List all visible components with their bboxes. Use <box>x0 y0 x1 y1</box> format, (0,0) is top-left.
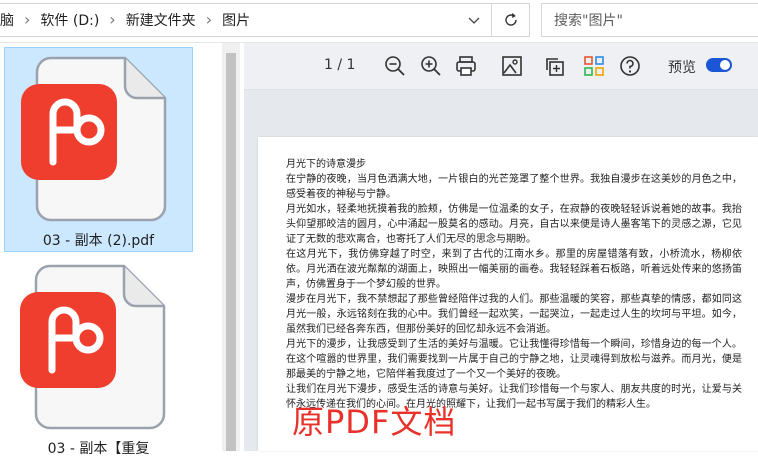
preview-toggle[interactable] <box>706 58 732 72</box>
search-box[interactable] <box>541 3 758 38</box>
address-bar: 脑 › 软件 (D:) › 新建文件夹 › 图片 <box>0 0 758 43</box>
preview-toggle-label: 预览 <box>668 60 696 76</box>
refresh-button[interactable] <box>492 3 530 37</box>
scrollbar-thumb[interactable] <box>226 53 236 451</box>
chevron-right-icon: › <box>24 10 31 29</box>
file-name: 03 - 副本【重复 <box>47 441 150 457</box>
help-icon[interactable] <box>617 53 643 79</box>
file-list: 03 - 副本 (2).pdf 03 - 副本【重复 <box>0 43 222 457</box>
print-icon[interactable] <box>453 53 479 79</box>
paragraph: 在宁静的夜晚，当月色洒满大地，一片银白的光芒笼罩了整个世界。我独自漫步在这美妙的… <box>286 174 742 200</box>
breadcrumb-pictures[interactable]: 图片 <box>218 10 254 30</box>
document-body: 月光下的诗意漫步 在宁静的夜晚，当月色洒满大地，一片银白的光芒笼罩了整个世界。我… <box>286 157 742 412</box>
copy-icon[interactable] <box>541 53 567 79</box>
image-icon[interactable] <box>499 53 525 79</box>
file-name: 03 - 副本 (2).pdf <box>42 233 155 249</box>
zoom-in-icon[interactable] <box>418 53 444 79</box>
toggle-knob <box>720 60 730 70</box>
file-item[interactable]: 03 - 副本 (2).pdf <box>4 47 193 252</box>
chevron-right-icon: › <box>109 10 116 29</box>
pdf-file-icon <box>21 56 167 222</box>
file-list-scrollbar[interactable] <box>222 43 240 451</box>
pdf-file-icon <box>20 264 166 430</box>
chevron-down-icon[interactable] <box>465 12 483 30</box>
overlay-label: 原PDF文档 <box>292 403 457 441</box>
chevron-right-icon: › <box>205 10 213 29</box>
refresh-icon <box>504 13 517 26</box>
breadcrumb[interactable]: 脑 › 软件 (D:) › 新建文件夹 › 图片 <box>0 3 492 37</box>
apps-icon[interactable] <box>581 53 607 79</box>
preview-pane: 1 / 1 预览 月光下的诗意漫步 在宁静的夜晚，当月色洒满大地，一片银白的光芒… <box>244 43 758 451</box>
paragraph: 在这月光下，我仿佛穿越了时空，来到了古代的江南水乡。那里的房屋错落有致，小桥流水… <box>286 249 742 290</box>
breadcrumb-drive-d[interactable]: 软件 (D:) <box>36 10 103 30</box>
paragraph: 月光下的漫步，让我感受到了生活的美好与温暖。它让我懂得珍惜每一个瞬间，珍惜身边的… <box>286 339 742 380</box>
page-indicator: 1 / 1 <box>324 57 356 73</box>
paragraph: 漫步在月光下，我不禁想起了那些曾经陪伴过我的人们。那些温暖的笑容，那些真挚的情感… <box>286 294 742 335</box>
document-title: 月光下的诗意漫步 <box>286 159 366 170</box>
search-input[interactable] <box>552 4 752 38</box>
document-page: 月光下的诗意漫步 在宁静的夜晚，当月色洒满大地，一片银白的光芒笼罩了整个世界。我… <box>258 137 758 451</box>
breadcrumb-computer[interactable]: 脑 <box>0 10 18 30</box>
zoom-out-icon[interactable] <box>382 53 408 79</box>
preview-toolbar: 1 / 1 预览 <box>244 43 758 90</box>
paragraph: 月光如水，轻柔地抚摸着我的脸颊，仿佛是一位温柔的女子，在寂静的夜晚轻轻诉说着她的… <box>286 204 742 245</box>
breadcrumb-new-folder[interactable]: 新建文件夹 <box>122 10 200 30</box>
file-item[interactable]: 03 - 副本【重复 <box>4 256 193 461</box>
